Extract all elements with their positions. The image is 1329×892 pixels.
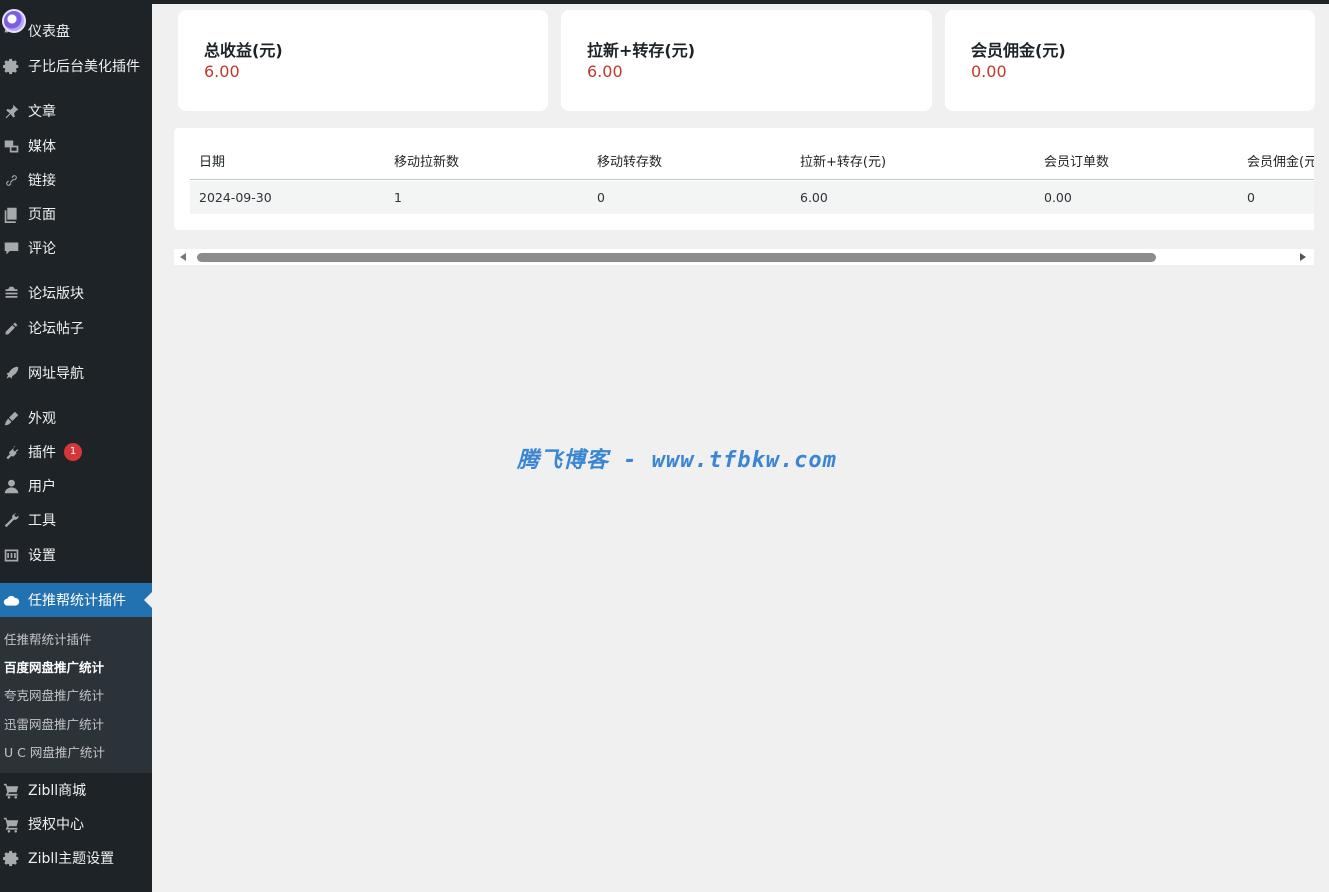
comment-icon <box>1 238 21 258</box>
menu-item-label: 子比后台美化插件 <box>28 59 140 75</box>
menu-item-plugins[interactable]: 插件 1 <box>0 435 152 469</box>
gear-icon <box>1 56 21 76</box>
menu-item-comments[interactable]: 评论 <box>0 231 152 265</box>
menu-item-media[interactable]: 媒体 <box>0 129 152 163</box>
settings-icon <box>1 545 21 565</box>
table-cell-member-orders: 0.00 <box>1044 190 1072 205</box>
menu-item-label: 评论 <box>28 241 56 257</box>
submenu-item-xunlei-stats[interactable]: 迅雷网盘推广统计 <box>4 709 152 737</box>
column-header-mobile-new: 移动拉新数 <box>394 155 460 170</box>
stat-card-total-revenue: 总收益(元) 6.00 <box>178 10 548 111</box>
menu-item-label: 仪表盘 <box>28 24 70 40</box>
menu-item-label: 论坛版块 <box>28 286 84 302</box>
cloud-icon <box>1 590 21 610</box>
table-row: 2024-09-30 1 0 6.00 0.00 0 <box>190 181 1314 214</box>
submenu-item-label: U C 网盘推广统计 <box>4 744 105 760</box>
stat-card-value: 6.00 <box>204 62 240 81</box>
stat-card-label: 拉新+转存(元) <box>587 41 696 60</box>
horizontal-scrollbar[interactable] <box>174 249 1314 265</box>
menu-item-rentuibang-stats[interactable]: 任推帮统计插件 <box>0 583 152 617</box>
submenu-item-label: 夸克网盘推广统计 <box>4 687 105 703</box>
column-header-member-commission: 会员佣金(元) <box>1247 155 1314 170</box>
avatar[interactable] <box>2 9 26 33</box>
menu-item-label: 页面 <box>28 207 56 223</box>
menu-item-label: 网址导航 <box>28 366 84 382</box>
pin-icon <box>1 101 21 121</box>
brush-icon <box>1 408 21 428</box>
watermark: 腾飞博客 - www.tfbkw.com <box>517 448 837 473</box>
menu-item-label: 工具 <box>28 513 56 529</box>
scrollbar-thumb[interactable] <box>197 253 1156 262</box>
scroll-left-arrow-icon[interactable] <box>180 253 186 261</box>
media-icon <box>1 136 21 156</box>
admin-sidebar: 仪表盘 子比后台美化插件 文章 媒体 链接 页面 评论 论坛版块 论坛帖子 网址… <box>0 0 152 892</box>
post-icon <box>1 318 21 338</box>
menu-item-forum-posts[interactable]: 论坛帖子 <box>0 311 152 345</box>
gear-icon <box>1 848 21 868</box>
menu-item-zibll-theme-settings[interactable]: Zibll主题设置 <box>0 841 152 875</box>
submenu-item-quark-stats[interactable]: 夸克网盘推广统计 <box>4 680 152 708</box>
menu-item-label: 用户 <box>28 479 56 495</box>
table-cell-mobile-new: 1 <box>394 190 402 205</box>
column-header-mobile-transfer: 移动转存数 <box>597 155 663 170</box>
menu-item-posts[interactable]: 文章 <box>0 94 152 128</box>
menu-item-label: 插件 <box>28 445 56 461</box>
table-header-row: 日期 移动拉新数 移动转存数 拉新+转存(元) 会员订单数 会员佣金(元) <box>190 142 1314 180</box>
column-header-date: 日期 <box>199 155 226 170</box>
forum-icon <box>1 283 21 303</box>
submenu-rentuibang: 任推帮统计插件 百度网盘推广统计 夸克网盘推广统计 迅雷网盘推广统计 U C 网… <box>0 617 152 773</box>
menu-item-pages[interactable]: 页面 <box>0 197 152 231</box>
update-count-badge: 1 <box>64 443 82 461</box>
menu-item-label: 文章 <box>28 104 56 120</box>
menu-item-label: 媒体 <box>28 139 56 155</box>
submenu-item-label: 百度网盘推广统计 <box>4 659 105 675</box>
stat-card-value: 6.00 <box>587 62 623 81</box>
column-header-new-plus-transfer: 拉新+转存(元) <box>800 155 887 170</box>
top-strip <box>152 0 1329 4</box>
menu-item-label: 设置 <box>28 548 56 564</box>
stat-card-new-plus-transfer: 拉新+转存(元) 6.00 <box>561 10 932 111</box>
stat-card-member-commission: 会员佣金(元) 0.00 <box>945 10 1315 111</box>
menu-item-users[interactable]: 用户 <box>0 469 152 503</box>
cart-icon <box>1 814 21 834</box>
menu-item-zibi-beautify[interactable]: 子比后台美化插件 <box>0 49 152 83</box>
submenu-item-plugin-home[interactable]: 任推帮统计插件 <box>4 624 152 652</box>
menu-item-url-nav[interactable]: 网址导航 <box>0 356 152 390</box>
column-header-member-orders: 会员订单数 <box>1044 155 1110 170</box>
menu-item-label: 任推帮统计插件 <box>28 593 126 609</box>
menu-item-label: 论坛帖子 <box>28 321 84 337</box>
menu-item-forum-boards[interactable]: 论坛版块 <box>0 276 152 310</box>
submenu-item-label: 任推帮统计插件 <box>4 631 92 647</box>
stat-card-label: 总收益(元) <box>204 41 283 60</box>
submenu-item-label: 迅雷网盘推广统计 <box>4 716 105 732</box>
link-icon <box>1 170 21 190</box>
stats-table: 日期 移动拉新数 移动转存数 拉新+转存(元) 会员订单数 会员佣金(元) 20… <box>174 128 1314 230</box>
menu-item-label: Zibll商城 <box>28 783 87 799</box>
menu-item-label: 授权中心 <box>28 817 84 833</box>
rocket-icon <box>1 363 21 383</box>
user-icon <box>1 476 21 496</box>
plugin-icon <box>1 442 21 462</box>
scroll-right-arrow-icon[interactable] <box>1300 253 1306 261</box>
menu-item-label: Zibll主题设置 <box>28 851 115 867</box>
wrench-icon <box>1 510 21 530</box>
menu-item-settings[interactable]: 设置 <box>0 538 152 572</box>
stat-card-value: 0.00 <box>971 62 1007 81</box>
menu-item-links[interactable]: 链接 <box>0 163 152 197</box>
menu-item-zibll-shop[interactable]: Zibll商城 <box>0 773 152 807</box>
menu-item-label: 外观 <box>28 411 56 427</box>
menu-item-tools[interactable]: 工具 <box>0 503 152 537</box>
page-icon <box>1 204 21 224</box>
table-cell-member-commission: 0 <box>1247 190 1255 205</box>
table-cell-date: 2024-09-30 <box>199 190 272 205</box>
table-cell-new-plus-transfer: 6.00 <box>800 190 828 205</box>
menu-item-license-center[interactable]: 授权中心 <box>0 807 152 841</box>
menu-item-appearance[interactable]: 外观 <box>0 401 152 435</box>
table-cell-mobile-transfer: 0 <box>597 190 605 205</box>
stat-card-label: 会员佣金(元) <box>971 41 1066 60</box>
cart-icon <box>1 780 21 800</box>
submenu-item-baidu-stats[interactable]: 百度网盘推广统计 <box>4 652 152 680</box>
submenu-item-uc-stats[interactable]: U C 网盘推广统计 <box>4 737 152 765</box>
menu-item-label: 链接 <box>28 173 56 189</box>
